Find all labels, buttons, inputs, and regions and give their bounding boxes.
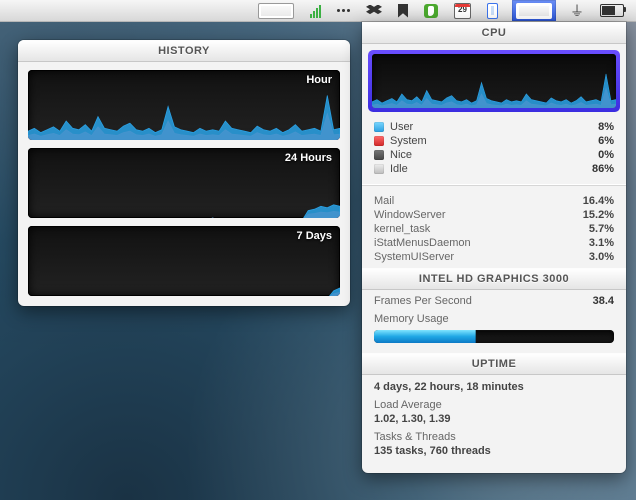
gpu-memory-bar-fill (374, 330, 476, 343)
cpu-panel: CPU User 8% System 6% Nice 0% Idle 86% M… (362, 22, 626, 473)
uptime-value: 4 days, 22 hours, 18 minutes (374, 381, 614, 393)
legend-row-idle: Idle 86% (374, 162, 614, 176)
process-row: Mail16.4% (374, 194, 614, 208)
menubar-dropbox-icon[interactable] (364, 0, 384, 21)
menubar-phone-icon[interactable] (485, 0, 500, 21)
uptime-header: UPTIME (362, 353, 626, 375)
history-panel: HISTORY Hour 24 Hours 7 Days (18, 40, 350, 306)
history-chart-hour[interactable]: Hour (28, 70, 340, 140)
cpu-process-list: Mail16.4% WindowServer15.2% kernel_task5… (362, 190, 626, 268)
swatch-user-icon (374, 122, 384, 132)
menubar-cpu-icon[interactable] (512, 0, 556, 21)
menubar-evernote-icon[interactable] (422, 0, 440, 21)
legend-row-system: System 6% (374, 134, 614, 148)
gpu-mem-label: Memory Usage (374, 312, 614, 326)
gpu-memory-bar (374, 330, 614, 343)
menubar-network-mini-icon[interactable] (256, 0, 296, 21)
gpu-block: Frames Per Second 38.4 Memory Usage (362, 290, 626, 353)
swatch-system-icon (374, 136, 384, 146)
menubar-battery-icon[interactable] (598, 0, 626, 21)
menubar-bookmark-icon[interactable] (396, 0, 410, 21)
tasks-threads-value: 135 tasks, 760 threads (374, 445, 614, 457)
cpu-header: CPU (362, 22, 626, 44)
process-row: iStatMenusDaemon3.1% (374, 236, 614, 250)
uptime-block: 4 days, 22 hours, 18 minutes Load Averag… (362, 375, 626, 473)
load-average-label: Load Average (374, 399, 614, 411)
tasks-threads-label: Tasks & Threads (374, 431, 614, 443)
gpu-fps-row: Frames Per Second 38.4 (374, 294, 614, 308)
legend-row-user: User 8% (374, 120, 614, 134)
history-chart-24h[interactable]: 24 Hours (28, 148, 340, 218)
process-row: WindowServer15.2% (374, 208, 614, 222)
history-chart-hour-label: Hour (306, 74, 332, 86)
menubar-calendar-icon[interactable]: 29 (452, 0, 473, 21)
menubar: 29 ⏚ (0, 0, 636, 22)
history-chart-7d-label: 7 Days (297, 230, 332, 242)
swatch-idle-icon (374, 164, 384, 174)
process-row: SystemUIServer3.0% (374, 250, 614, 264)
gpu-header: INTEL HD GRAPHICS 3000 (362, 268, 626, 290)
cpu-legend: User 8% System 6% Nice 0% Idle 86% (362, 116, 626, 180)
history-header: HISTORY (18, 40, 350, 62)
process-row: kernel_task5.7% (374, 222, 614, 236)
swatch-nice-icon (374, 150, 384, 160)
cpu-live-graph[interactable] (368, 50, 620, 112)
legend-row-nice: Nice 0% (374, 148, 614, 162)
load-average-value: 1.02, 1.30, 1.39 (374, 413, 614, 425)
menubar-wifi-icon[interactable]: ⏚ (568, 0, 586, 21)
history-chart-24h-label: 24 Hours (285, 152, 332, 164)
menubar-dots-icon[interactable] (335, 0, 352, 21)
history-chart-7d[interactable]: 7 Days (28, 226, 340, 296)
menubar-signal-icon[interactable] (308, 0, 323, 21)
